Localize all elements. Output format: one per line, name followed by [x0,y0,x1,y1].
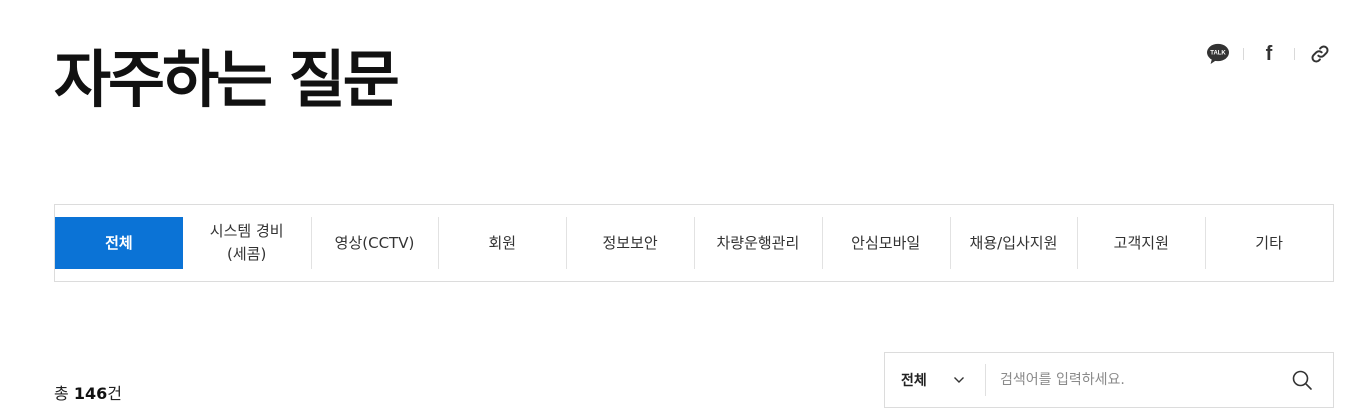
search-scope-value: 전체 [901,373,927,389]
search-icon [1292,370,1312,390]
tab-other[interactable]: 기타 [1205,217,1333,269]
search-input[interactable] [986,353,1271,407]
page-title: 자주하는 질문 [54,43,400,116]
tab-cctv[interactable]: 영상(CCTV) [310,217,439,269]
link-icon [1311,45,1329,63]
share-bar: TALK f [1205,40,1333,68]
copy-link-button[interactable] [1307,40,1333,68]
tab-customer-support[interactable]: 고객지원 [1077,217,1205,269]
result-count-suffix: 건 [107,384,122,403]
kakaotalk-share-button[interactable]: TALK [1205,40,1231,68]
result-count-number: 146 [73,384,108,403]
facebook-share-button[interactable]: f [1256,40,1282,68]
facebook-icon: f [1265,43,1273,65]
tab-membership[interactable]: 회원 [438,217,566,269]
result-count-prefix: 총 [54,384,74,403]
search-box: 전체 [884,352,1334,408]
share-divider [1243,48,1244,60]
kakaotalk-icon-label: TALK [1210,51,1226,57]
chevron-down-icon [953,376,965,384]
share-divider [1294,48,1295,60]
result-count: 총 146건 [54,383,122,405]
tab-recruitment[interactable]: 채용/입사지원 [949,217,1078,269]
search-scope-select[interactable]: 전체 [885,353,985,407]
category-tabs: 전체 시스템 경비 (세콤) 영상(CCTV) 회원 정보보안 차량운행관리 안… [54,204,1334,282]
tab-all[interactable]: 전체 [55,217,183,269]
tab-info-security[interactable]: 정보보안 [566,217,694,269]
tab-system-security[interactable]: 시스템 경비 (세콤) [183,217,311,269]
tab-safe-mobile[interactable]: 안심모바일 [821,217,950,269]
search-button[interactable] [1271,353,1333,407]
kakaotalk-icon: TALK [1207,43,1229,64]
tab-vehicle-management[interactable]: 차량운행관리 [693,217,822,269]
